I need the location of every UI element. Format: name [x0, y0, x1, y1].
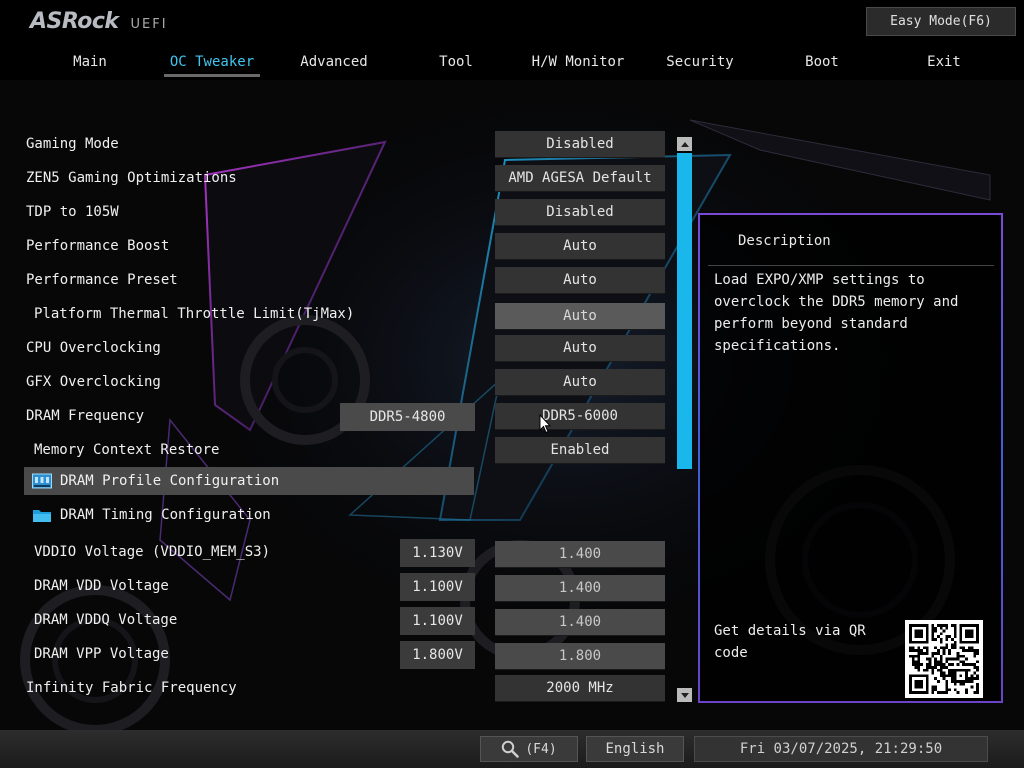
settings-scrollbar[interactable] — [677, 137, 692, 704]
memory-module-icon — [32, 473, 52, 489]
vddio-voltage-input[interactable]: 1.400 — [495, 541, 665, 568]
scroll-up-arrow-icon[interactable] — [677, 137, 692, 151]
tab-boot[interactable]: Boot — [767, 52, 877, 72]
cpu-overclocking-select[interactable]: Auto — [495, 335, 665, 362]
mouse-cursor-icon — [539, 414, 551, 434]
memory-context-restore-select[interactable]: Enabled — [495, 437, 665, 464]
description-title: Description — [738, 233, 831, 249]
setting-row-gaming-mode: Gaming Mode Disabled — [0, 130, 680, 160]
qr-code-icon — [909, 624, 979, 694]
submenu-label: DRAM Profile Configuration — [60, 473, 280, 489]
setting-label: CPU Overclocking — [26, 340, 161, 356]
infinity-fabric-select[interactable]: 2000 MHz — [495, 675, 665, 702]
setting-row-zen5-gaming: ZEN5 Gaming Optimizations AMD AGESA Defa… — [0, 164, 680, 194]
setting-label: ZEN5 Gaming Optimizations — [26, 170, 237, 186]
setting-row-vddio-voltage: VDDIO Voltage (VDDIO_MEM_S3) 1.130V 1.40… — [0, 538, 680, 568]
setting-label: DRAM VDD Voltage — [34, 578, 169, 594]
date-time-display: Fri 03/07/2025, 21:29:50 — [694, 736, 988, 762]
submenu-label: DRAM Timing Configuration — [60, 507, 271, 523]
folder-icon — [33, 510, 51, 522]
setting-row-infinity-fabric: Infinity Fabric Frequency 2000 MHz — [0, 674, 680, 704]
setting-label: TDP to 105W — [26, 204, 119, 220]
qr-code — [905, 620, 983, 698]
performance-boost-select[interactable]: Auto — [495, 233, 665, 260]
dram-frequency-select[interactable]: DDR5-6000 — [495, 403, 665, 430]
gaming-mode-select[interactable]: Disabled — [495, 131, 665, 158]
tdp-105w-select[interactable]: Disabled — [495, 199, 665, 226]
tab-exit[interactable]: Exit — [889, 52, 999, 72]
setting-label: DRAM VDDQ Voltage — [34, 612, 178, 628]
search-button[interactable]: (F4) — [480, 736, 578, 762]
setting-label: VDDIO Voltage (VDDIO_MEM_S3) — [34, 544, 271, 560]
description-divider — [708, 265, 994, 266]
thermal-throttle-select[interactable]: Auto — [495, 303, 665, 330]
setting-row-dram-frequency: DRAM Frequency DDR5-4800 DDR5-6000 — [0, 402, 680, 432]
dram-vdd-input[interactable]: 1.400 — [495, 575, 665, 602]
search-shortcut: (F4) — [525, 741, 557, 757]
status-bar: (F4) English Fri 03/07/2025, 21:29:50 — [0, 730, 1024, 768]
dram-vpp-input[interactable]: 1.800 — [495, 643, 665, 670]
setting-row-gfx-overclocking: GFX Overclocking Auto — [0, 368, 680, 398]
description-text: Load EXPO/XMP settings to overclock the … — [714, 272, 959, 354]
dram-vpp-current: 1.800V — [400, 641, 475, 669]
setting-row-dram-vddq: DRAM VDDQ Voltage 1.100V 1.400 — [0, 606, 680, 636]
settings-list: Gaming Mode Disabled ZEN5 Gaming Optimiz… — [0, 0, 700, 720]
setting-row-memory-context-restore: Memory Context Restore Enabled — [0, 436, 680, 466]
qr-caption: Get details via QR code — [714, 623, 866, 661]
setting-label: Memory Context Restore — [34, 442, 220, 458]
setting-label: Platform Thermal Throttle Limit(TjMax) — [34, 306, 355, 322]
setting-label: DRAM VPP Voltage — [34, 646, 169, 662]
dram-vddq-current: 1.100V — [400, 607, 475, 635]
setting-label: Performance Preset — [26, 272, 178, 288]
gfx-overclocking-select[interactable]: Auto — [495, 369, 665, 396]
setting-row-tdp-105w: TDP to 105W Disabled — [0, 198, 680, 228]
dram-vddq-input[interactable]: 1.400 — [495, 609, 665, 636]
setting-row-thermal-throttle: Platform Thermal Throttle Limit(TjMax) A… — [0, 300, 680, 330]
zen5-gaming-select[interactable]: AMD AGESA Default — [495, 165, 665, 192]
setting-row-performance-boost: Performance Boost Auto — [0, 232, 680, 262]
description-panel: Description Load EXPO/XMP settings to ov… — [698, 213, 1003, 703]
setting-row-dram-vdd: DRAM VDD Voltage 1.100V 1.400 — [0, 572, 680, 602]
setting-label: GFX Overclocking — [26, 374, 161, 390]
easy-mode-button[interactable]: Easy Mode(F6) — [866, 7, 1016, 36]
setting-label: Infinity Fabric Frequency — [26, 680, 237, 696]
submenu-dram-timing-configuration[interactable]: DRAM Timing Configuration — [24, 501, 474, 529]
vddio-voltage-current: 1.130V — [400, 539, 475, 567]
setting-row-performance-preset: Performance Preset Auto — [0, 266, 680, 296]
setting-row-dram-vpp: DRAM VPP Voltage 1.800V 1.800 — [0, 640, 680, 670]
setting-label: Gaming Mode — [26, 136, 119, 152]
submenu-dram-profile-configuration[interactable]: DRAM Profile Configuration — [24, 467, 474, 495]
setting-label: DRAM Frequency — [26, 408, 145, 424]
setting-label: Performance Boost — [26, 238, 170, 254]
performance-preset-select[interactable]: Auto — [495, 267, 665, 294]
scrollbar-thumb[interactable] — [677, 153, 692, 469]
dram-vdd-current: 1.100V — [400, 573, 475, 601]
setting-row-cpu-overclocking: CPU Overclocking Auto — [0, 334, 680, 364]
scroll-down-arrow-icon[interactable] — [677, 688, 692, 702]
language-button[interactable]: English — [586, 736, 684, 762]
dram-frequency-current: DDR5-4800 — [340, 403, 475, 431]
search-icon — [502, 740, 520, 758]
